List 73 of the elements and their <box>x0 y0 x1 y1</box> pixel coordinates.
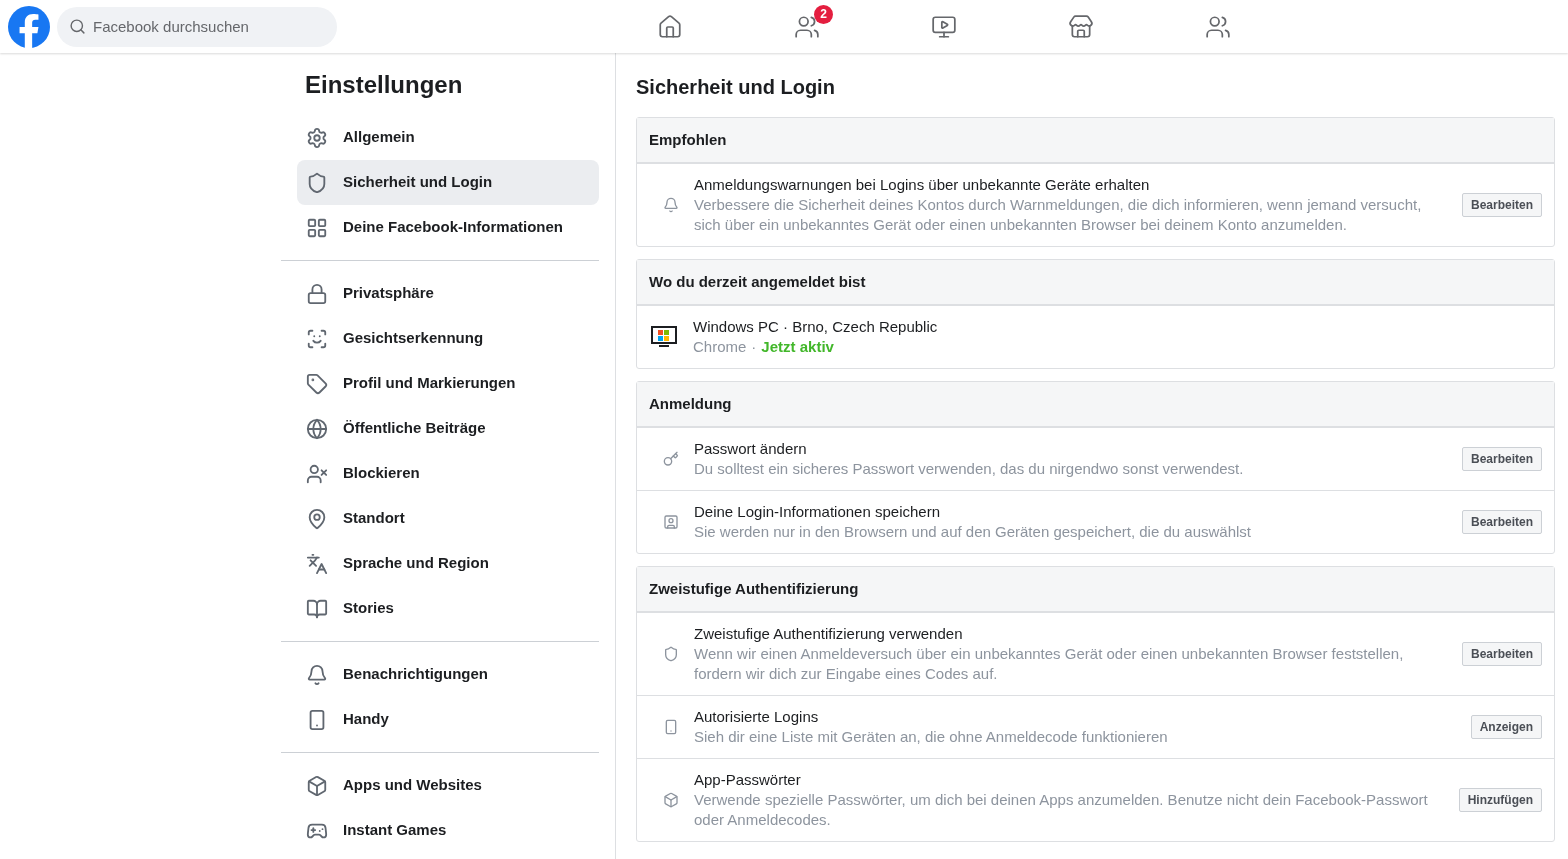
setting-description: Verwende spezielle Passwörter, um dich bei deinen Apps anzumelden. Benutze nicht dein Facebook-Passwort oder Anmeldecodes. <box>694 790 1429 830</box>
setting-description: Verbessere die Sicherheit deines Kontos durch Warnmeldungen, die dich informieren, wenn jemand versucht, sich über ein unbekanntes Gerät oder einen unbekannten Browser bei deinem Konto anzumelden. <box>694 195 1423 235</box>
group-icon <box>1204 13 1231 40</box>
action-button[interactable]: Bearbeiten <box>1461 510 1542 534</box>
sidebar-item[interactable]: Instant Games <box>297 808 599 853</box>
setting-description: Sieh dir eine Liste mit Geräten an, die ohne Anmeldecode funktionieren <box>694 727 1169 747</box>
setting-title: Anmeldungswarnungen bei Logins über unbekannte Geräte erhalten <box>694 175 1151 195</box>
setting-title: Deine Login-Informationen speichern <box>694 502 941 522</box>
setting-title: Zweistufige Authentifizierung verwenden <box>694 624 964 644</box>
action-button[interactable]: Bearbeiten <box>1461 642 1542 666</box>
page-title: Sicherheit und Login <box>636 75 836 100</box>
home-icon <box>656 13 683 40</box>
sidebar-item[interactable]: Sicherheit und Login <box>297 160 599 205</box>
book-icon <box>306 597 328 620</box>
sidebar-item[interactable]: Handy <box>297 697 599 742</box>
cube-icon <box>663 792 679 808</box>
sidebar-item[interactable]: Blockieren <box>297 451 599 496</box>
sidebar-item[interactable]: Privatsphäre <box>297 271 599 316</box>
sidebar-item[interactable]: Sprache und Region <box>297 541 599 586</box>
store-icon <box>1067 13 1094 40</box>
notification-badge: 2 <box>814 4 833 24</box>
lock-icon <box>306 282 328 305</box>
sidebar-item[interactable]: Standort <box>297 496 599 541</box>
grid-icon <box>306 216 328 239</box>
shield-icon <box>306 171 328 194</box>
card-header: Anmeldung <box>637 382 1554 427</box>
monitor-icon <box>651 326 677 348</box>
language-icon <box>306 552 328 575</box>
cube-icon <box>306 774 328 797</box>
card-header: Zweistufige Authentifizierung <box>637 567 1554 612</box>
tag-icon <box>306 372 328 395</box>
face-scan-icon <box>306 327 328 350</box>
setting-title: Autorisierte Logins <box>694 707 820 727</box>
action-button[interactable]: Bearbeiten <box>1461 193 1542 217</box>
separator-dot: · <box>751 337 757 357</box>
setting-description: Sie werden nur in den Browsern und auf den Geräten gespeichert, die du auswählst <box>694 522 1252 542</box>
search-icon <box>69 17 86 35</box>
sidebar-item[interactable]: Apps und Websites <box>297 763 599 808</box>
globe-icon <box>306 417 328 440</box>
sidebar-title: Einstellungen <box>304 70 464 100</box>
card-header: Empfohlen <box>637 118 1554 163</box>
gear-icon <box>306 126 328 149</box>
bell-icon <box>663 197 679 213</box>
sidebar-item[interactable]: Öffentliche Beiträge <box>297 406 599 451</box>
logo-icon[interactable] <box>8 5 50 48</box>
user-blocked-icon <box>306 462 328 485</box>
setting-title: App-Passwörter <box>694 770 802 790</box>
action-button[interactable]: Bearbeiten <box>1461 447 1542 471</box>
card-header: Wo du derzeit angemeldet bist <box>637 260 1554 305</box>
search-field[interactable]: Facebook durchsuchen <box>57 6 337 47</box>
setting-title: Passwort ändern <box>694 439 808 459</box>
active-status: Jetzt aktiv <box>761 337 834 357</box>
sidebar-item[interactable]: Profil und Markierungen <box>297 361 599 406</box>
setting-description: Wenn wir einen Anmeldeversuch über ein unbekanntes Gerät oder einen unbekannten Browser feststellen, fordern wir dich zur Eingabe eines Codes auf. <box>694 644 1405 684</box>
sidebar-item[interactable]: Allgemein <box>297 115 599 160</box>
pin-icon <box>306 507 328 530</box>
people-icon <box>793 13 820 40</box>
device-location: Windows PC · Brno, Czech Republic <box>693 317 938 337</box>
action-button[interactable]: Anzeigen <box>1470 715 1542 739</box>
bell-icon <box>306 663 328 686</box>
user-card-icon <box>663 514 679 530</box>
nav-tab[interactable]: 2 <box>738 1 875 52</box>
phone-icon <box>663 719 679 735</box>
sidebar-item[interactable]: Deine Facebook-Informationen <box>297 205 599 250</box>
key-icon <box>663 451 679 467</box>
sidebar-item[interactable]: Stories <box>297 586 599 631</box>
sidebar-item[interactable]: Benachrichtigungen <box>297 652 599 697</box>
action-button[interactable]: Hinzufügen <box>1458 788 1542 812</box>
video-icon <box>930 13 957 40</box>
browser-name: Chrome <box>693 337 747 357</box>
sidebar-item[interactable]: Gesichtserkennung <box>297 316 599 361</box>
setting-description: Du solltest ein sicheres Passwort verwenden, das du nirgendwo sonst verwendest. <box>694 459 1245 479</box>
shield-icon <box>663 646 679 662</box>
